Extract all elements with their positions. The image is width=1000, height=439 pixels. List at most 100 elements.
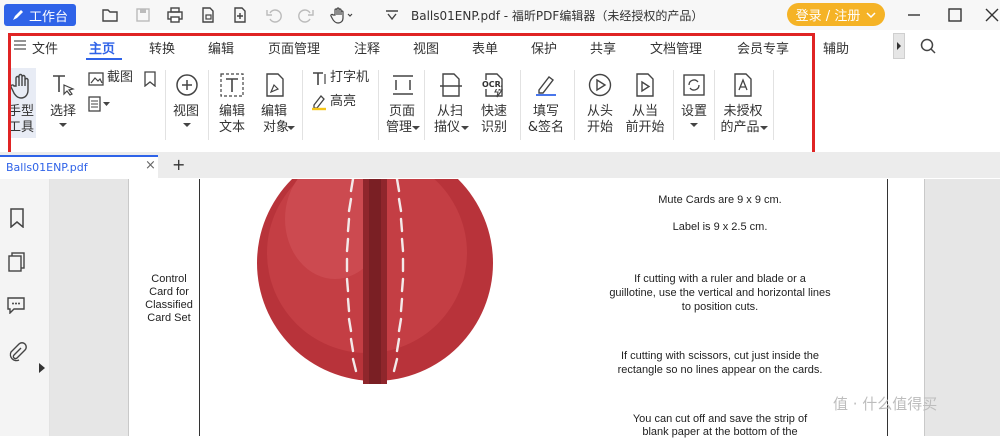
login-button[interactable]: 登录 / 注册 (787, 3, 885, 26)
edit-text-label-1[interactable]: 编辑 (216, 104, 248, 120)
clipboard-dropdown-icon[interactable] (88, 96, 112, 112)
print-icon[interactable] (166, 6, 184, 24)
ribbon-separator (714, 70, 715, 140)
save-icon[interactable] (134, 6, 152, 24)
tab-assist[interactable]: 辅助 (823, 38, 849, 57)
from-current-label-1[interactable]: 从当 (629, 104, 661, 120)
select-dropdown-icon[interactable] (59, 122, 67, 128)
highlight-label[interactable]: 高亮 (330, 94, 356, 110)
tab-protect[interactable]: 保护 (531, 38, 557, 57)
ribbon-separator (165, 70, 166, 140)
select-text-icon[interactable] (50, 73, 76, 99)
tab-doc-manage[interactable]: 文档管理 (650, 38, 702, 57)
file-menu[interactable]: 文件 (32, 38, 58, 57)
ocr-badge: OCR (482, 80, 501, 89)
tabs-scroll-right[interactable] (893, 33, 905, 59)
select-label[interactable]: 选择 (47, 104, 79, 120)
page-manage-label-2[interactable]: 管理 (383, 120, 415, 136)
tab-page-manage[interactable]: 页面管理 (268, 38, 320, 57)
highlight-icon[interactable] (310, 93, 328, 111)
play-from-start-icon[interactable] (587, 72, 613, 98)
fill-sign-icon[interactable] (533, 72, 559, 98)
pen-icon (13, 10, 23, 20)
expand-panel-icon[interactable] (38, 362, 46, 374)
close-tab-icon[interactable]: × (145, 158, 156, 173)
view-label[interactable]: 视图 (170, 104, 202, 120)
from-start-label-1[interactable]: 从头 (584, 104, 616, 120)
play-from-current-icon[interactable] (632, 72, 658, 98)
screenshot-label[interactable]: 截图 (107, 70, 133, 86)
from-start-label-2[interactable]: 开始 (584, 120, 616, 136)
scan-label-1[interactable]: 从扫 (434, 104, 466, 120)
open-folder-icon[interactable] (101, 6, 119, 24)
close-icon[interactable] (983, 6, 1000, 24)
hand-tool-label-1: 手型 (8, 104, 35, 119)
edit-text-label-2[interactable]: 文本 (216, 120, 248, 136)
watermark-text: 值 · 什么值得买 (833, 395, 938, 413)
instruction-ruler-2: guillotine, use the vertical and horizon… (609, 287, 831, 299)
scan-dropdown-icon[interactable] (461, 125, 469, 131)
ribbon-separator (574, 70, 575, 140)
search-icon[interactable] (919, 37, 937, 55)
workbench-button[interactable]: 工作台 (4, 4, 76, 26)
screenshot-icon[interactable] (88, 71, 104, 87)
hamburger-icon[interactable] (14, 40, 26, 50)
scan-label-2[interactable]: 描仪 (431, 120, 463, 136)
settings-label[interactable]: 设置 (678, 104, 710, 120)
attachment-icon[interactable] (7, 342, 27, 362)
maximize-icon[interactable] (946, 6, 964, 24)
settings-dropdown-icon[interactable] (690, 122, 698, 128)
typewriter-icon[interactable] (310, 70, 328, 88)
edit-object-label-1[interactable]: 编辑 (258, 104, 290, 120)
edit-object-icon[interactable] (262, 72, 288, 98)
scanner-icon[interactable] (438, 72, 464, 98)
tab-form[interactable]: 表单 (472, 38, 498, 57)
license-icon[interactable] (730, 72, 756, 98)
redo-icon[interactable] (297, 6, 315, 24)
unlicensed-label-1[interactable]: 未授权 (721, 104, 765, 120)
ocr-label-2[interactable]: 识别 (478, 120, 510, 136)
customize-dropdown-icon[interactable] (383, 6, 401, 24)
bookmark-panel-icon[interactable] (8, 208, 26, 228)
typewriter-label[interactable]: 打字机 (330, 70, 369, 86)
tab-member[interactable]: 会员专享 (737, 38, 789, 57)
workbench-label: 工作台 (29, 9, 69, 25)
bookmark-icon[interactable] (143, 71, 157, 87)
undo-icon[interactable] (265, 6, 283, 24)
tab-comment[interactable]: 注释 (354, 38, 380, 57)
edit-object-dropdown-icon[interactable] (287, 125, 295, 131)
fill-sign-label-1[interactable]: 填写 (530, 104, 562, 120)
tab-edit[interactable]: 编辑 (208, 38, 234, 57)
control-card-text-2: Card for (149, 286, 189, 298)
tab-share[interactable]: 共享 (590, 38, 616, 57)
export-icon[interactable] (199, 6, 217, 24)
hand-dropdown-icon[interactable] (330, 6, 354, 24)
fill-sign-label-2[interactable]: &签名 (526, 120, 566, 136)
control-card-text-4: Card Set (147, 312, 191, 324)
ribbon-separator (424, 70, 425, 140)
triangle-right-icon (897, 42, 901, 50)
thumbnails-icon[interactable] (7, 252, 27, 272)
tab-view[interactable]: 视图 (413, 38, 439, 57)
control-card-text-3: Classified (145, 299, 193, 311)
document-title: Balls01ENP.pdf - 福昕PDF编辑器（未经授权的产品） (411, 9, 704, 23)
comments-icon[interactable] (6, 296, 26, 314)
page-manage-icon[interactable] (390, 72, 416, 98)
zoom-view-icon[interactable] (174, 72, 200, 98)
page-manage-label-1[interactable]: 页面 (386, 104, 418, 120)
new-tab-button[interactable]: + (172, 155, 185, 174)
watermark: 值 · 什么值得买 (833, 393, 937, 414)
from-current-label-2[interactable]: 前开始 (623, 120, 667, 136)
tab-convert[interactable]: 转换 (149, 38, 175, 57)
page-manage-dropdown-icon[interactable] (412, 125, 420, 131)
view-dropdown-icon[interactable] (183, 122, 191, 128)
unlicensed-dropdown-icon[interactable] (760, 125, 768, 131)
edit-text-icon[interactable] (219, 72, 245, 98)
document-tab[interactable]: Balls01ENP.pdf (0, 155, 158, 179)
ocr-label-1[interactable]: 快速 (478, 104, 510, 120)
settings-icon[interactable] (681, 72, 707, 98)
tab-home[interactable]: 主页 (89, 38, 115, 57)
unlicensed-label-2[interactable]: 的产品 (718, 120, 762, 136)
new-doc-icon[interactable] (231, 6, 249, 24)
minimize-icon[interactable] (905, 6, 923, 24)
